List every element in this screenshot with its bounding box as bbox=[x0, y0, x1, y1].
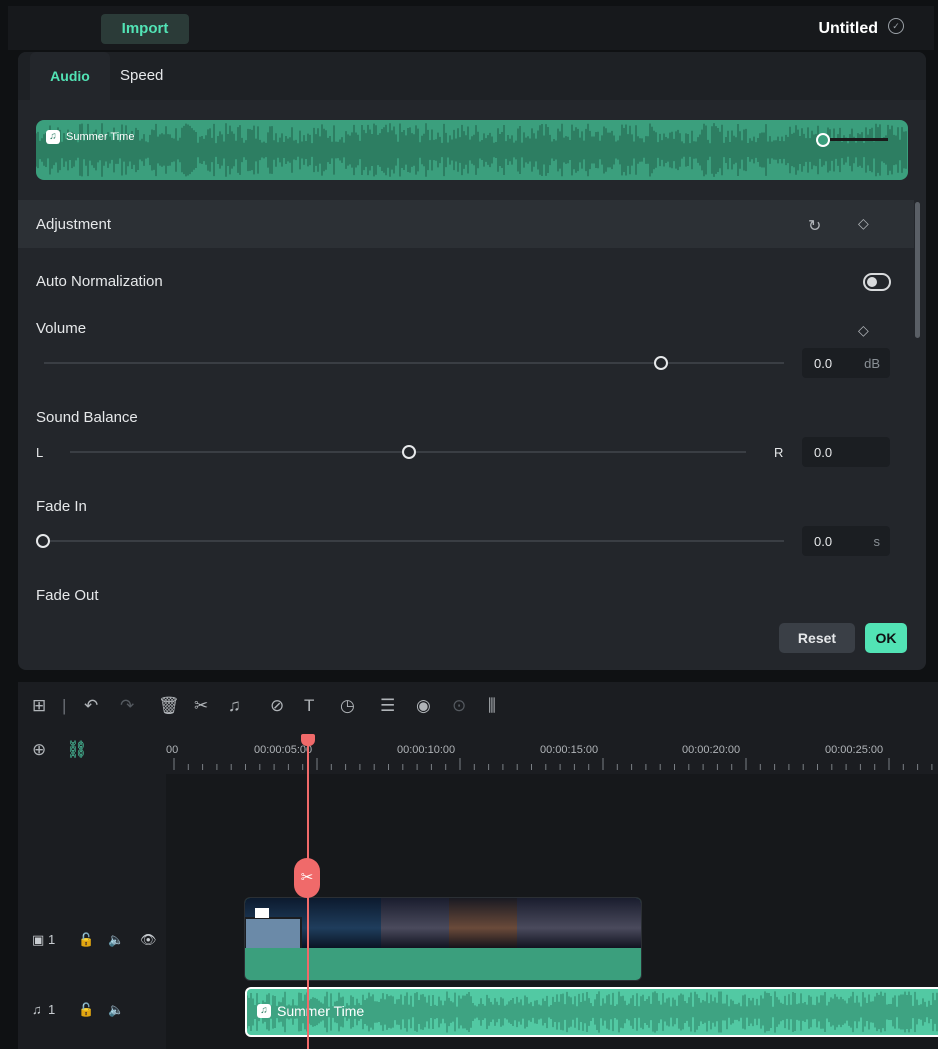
audio-split-icon[interactable]: ⫼ bbox=[488, 696, 496, 716]
volume-envelope-handle[interactable] bbox=[816, 133, 830, 147]
fade-in-value: 0.0 bbox=[814, 534, 833, 549]
balance-left-label: L bbox=[36, 445, 44, 460]
balance-value-field[interactable]: 0.0 bbox=[802, 437, 890, 467]
properties-panel: Audio Speed ♫ Summer Time Adjustment ↻ ◇… bbox=[18, 52, 926, 670]
tab-audio[interactable]: Audio bbox=[30, 52, 110, 100]
import-button[interactable]: Import bbox=[101, 14, 189, 44]
lock-icon[interactable]: 🔓 bbox=[78, 932, 94, 948]
ruler-label: 00 bbox=[166, 744, 179, 756]
adjust-icon[interactable]: ☰ bbox=[380, 696, 395, 716]
project-title: Untitled bbox=[818, 20, 878, 37]
waveform-path bbox=[36, 123, 907, 177]
balance-right-label: R bbox=[774, 445, 784, 460]
audio-mute-icon[interactable]: 🔈 bbox=[108, 1002, 124, 1018]
cut-icon[interactable]: ✂ bbox=[194, 696, 208, 716]
time-ruler[interactable]: 00 00:00:05:00 00:00:10:00 00:00:15:00 0… bbox=[166, 734, 938, 774]
waveform-clip-name: Summer Time bbox=[66, 131, 135, 143]
fade-in-label: Fade In bbox=[36, 498, 87, 515]
layout-grid-icon[interactable]: ⊞ bbox=[32, 696, 46, 716]
visibility-icon[interactable]: 👁 bbox=[140, 932, 157, 948]
video-thumbnails bbox=[245, 898, 641, 955]
balance-slider-knob[interactable] bbox=[402, 445, 416, 459]
keyframe-icon[interactable]: ◇ bbox=[858, 215, 869, 232]
volume-label: Volume bbox=[36, 320, 87, 337]
playhead-handle[interactable] bbox=[301, 734, 315, 746]
video-track-icon: ▣ bbox=[32, 932, 45, 947]
adjustment-header[interactable]: Adjustment ↻ ◇ bbox=[18, 200, 914, 248]
reset-button[interactable]: Reset bbox=[779, 623, 855, 653]
timeline: ⊞ | ↶ ↷ 🗑 ✂ ♫ ⊘ T ◷ ☰ ◉ ⊙ ⫼ ⊕ ⛓ 00 00:00… bbox=[18, 682, 938, 1049]
balance-value: 0.0 bbox=[814, 445, 833, 460]
ruler-label: 00:00:15:00 bbox=[540, 744, 599, 756]
volume-keyframe-icon[interactable]: ◇ bbox=[858, 322, 869, 339]
audio-track-icon: ♫ bbox=[32, 1002, 42, 1017]
reset-icon[interactable]: ↻ bbox=[808, 216, 821, 236]
ruler-label: 00:00:10:00 bbox=[397, 744, 456, 756]
mute-icon[interactable]: 🔈 bbox=[108, 932, 124, 948]
ruler-label: 00:00:20:00 bbox=[682, 744, 741, 756]
fade-in-slider-knob[interactable] bbox=[36, 534, 50, 548]
audio-waveform-preview[interactable]: ♫ Summer Time bbox=[36, 120, 908, 180]
toolbar-divider: | bbox=[62, 696, 67, 715]
video-track-number: 1 bbox=[48, 932, 56, 947]
auto-normalization-toggle[interactable] bbox=[863, 273, 891, 291]
ruler-label: 00:00:25:00 bbox=[825, 744, 884, 756]
delete-icon[interactable]: 🗑 bbox=[158, 696, 180, 716]
audio-clip-name: Summer Time bbox=[277, 1003, 365, 1019]
speed-icon[interactable]: ◷ bbox=[340, 696, 355, 716]
redo-icon[interactable]: ↷ bbox=[120, 696, 134, 716]
text-icon[interactable]: T bbox=[304, 696, 314, 716]
audio-track-number: 1 bbox=[48, 1002, 56, 1017]
fade-in-unit: s bbox=[873, 534, 881, 549]
audio-edit-icon[interactable]: ♫ bbox=[228, 696, 241, 716]
tag-icon[interactable]: ⊘ bbox=[270, 696, 284, 716]
color-icon[interactable]: ◉ bbox=[416, 696, 431, 716]
saved-check-icon: ✓ bbox=[888, 18, 904, 34]
video-clip[interactable] bbox=[244, 897, 642, 981]
add-track-icon[interactable]: ⊕ bbox=[32, 740, 46, 760]
fade-out-label: Fade Out bbox=[36, 587, 99, 604]
tab-bar: Audio Speed bbox=[18, 52, 926, 100]
adjustment-title: Adjustment bbox=[36, 216, 112, 233]
auto-normalization-label: Auto Normalization bbox=[36, 273, 163, 290]
waveform-clip-label: ♫ Summer Time bbox=[46, 130, 134, 144]
volume-envelope-line bbox=[830, 138, 888, 141]
ruler-label: 00:00:05:00 bbox=[254, 744, 313, 756]
volume-value-field[interactable]: 0.0 dB bbox=[802, 348, 890, 378]
audio-clip[interactable]: ♫ Summer Time bbox=[245, 987, 938, 1037]
fade-in-value-field[interactable]: 0.0 s bbox=[802, 526, 890, 556]
undo-icon[interactable]: ↶ bbox=[84, 696, 98, 716]
audio-clip-label: ♫ Summer Time bbox=[257, 1003, 364, 1019]
panel-scrollbar[interactable] bbox=[915, 202, 920, 338]
volume-slider-knob[interactable] bbox=[654, 356, 668, 370]
ok-button[interactable]: OK bbox=[865, 623, 907, 653]
tab-speed[interactable]: Speed bbox=[120, 52, 163, 100]
volume-unit: dB bbox=[864, 356, 880, 371]
music-note-icon: ♫ bbox=[46, 130, 60, 144]
volume-slider-track[interactable] bbox=[44, 362, 784, 364]
timeline-toolbar: ⊞ | ↶ ↷ 🗑 ✂ ♫ ⊘ T ◷ ☰ ◉ ⊙ ⫼ bbox=[18, 682, 938, 730]
volume-value: 0.0 bbox=[814, 356, 833, 371]
fade-in-slider-track[interactable] bbox=[44, 540, 784, 542]
ai-icon[interactable]: ⊙ bbox=[452, 696, 466, 716]
link-icon[interactable]: ⛓ bbox=[66, 740, 88, 760]
sound-balance-label: Sound Balance bbox=[36, 409, 138, 426]
audio-lock-icon[interactable]: 🔓 bbox=[78, 1002, 94, 1018]
split-scissor-button[interactable]: ✂ bbox=[294, 858, 320, 898]
audio-clip-music-icon: ♫ bbox=[257, 1004, 271, 1018]
